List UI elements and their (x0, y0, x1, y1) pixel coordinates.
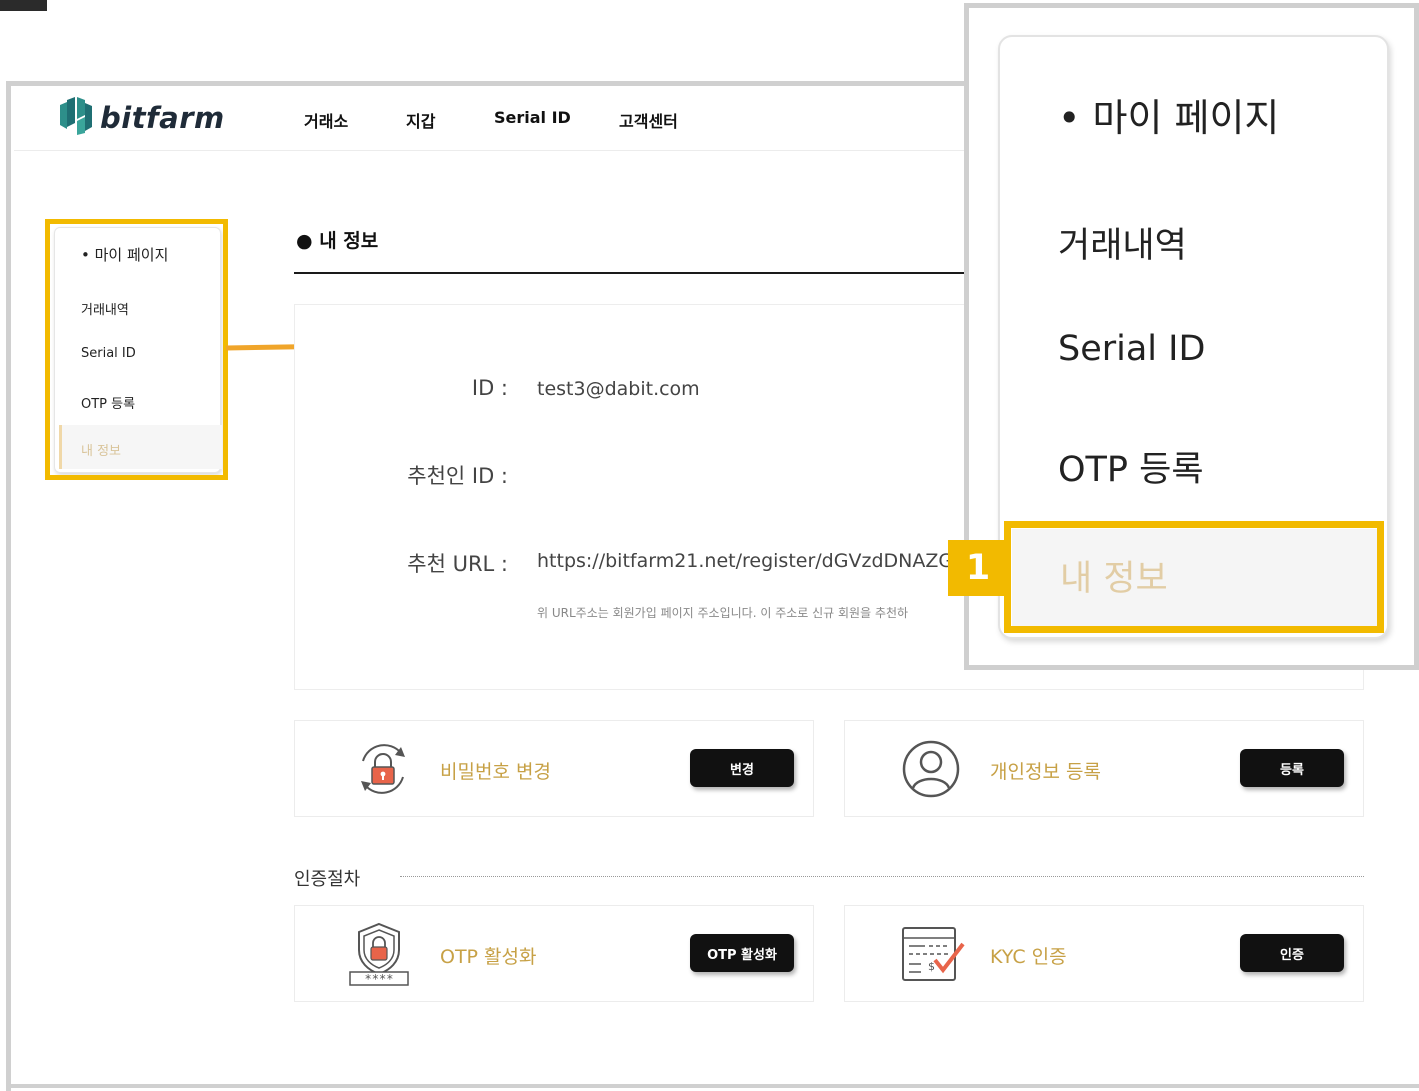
svg-text:$: $ (928, 960, 935, 973)
kyc-title: KYC 인증 (990, 946, 1067, 968)
referral-url-value[interactable]: https://bitfarm21.net/register/dGVzdDNAZ… (537, 550, 964, 572)
zoom-item-mypage[interactable]: • 마이 페이지 (1058, 87, 1279, 142)
otp-code-mask: **** (365, 972, 394, 986)
section-title-text: 내 정보 (319, 230, 379, 252)
bitfarm-logo-icon (58, 97, 94, 139)
personal-info-button[interactable]: 등록 (1240, 749, 1344, 787)
auth-section-label: 인증절차 (294, 869, 361, 890)
kyc-card: $ KYC 인증 인증 (844, 905, 1364, 1002)
zoom-item-otp[interactable]: OTP 등록 (1058, 441, 1204, 492)
zoom-item-history[interactable]: 거래내역 (1058, 217, 1187, 268)
password-change-title: 비밀번호 변경 (440, 761, 551, 783)
kyc-document-icon: $ (899, 924, 969, 988)
nav-serial-id[interactable]: Serial ID (494, 108, 571, 127)
personal-info-card: 개인정보 등록 등록 (844, 720, 1364, 817)
section-title: ● 내 정보 (296, 230, 379, 252)
password-change-card: 비밀번호 변경 변경 (294, 720, 814, 817)
logo-text: bitfarm (100, 101, 225, 135)
frame-bottom-border (6, 1084, 1419, 1088)
sidebar-highlight-box (45, 219, 228, 480)
step-badge: 1 (948, 540, 1008, 596)
nav-wallet[interactable]: 지갑 (406, 108, 435, 132)
bitfarm-logo[interactable]: bitfarm (58, 97, 225, 139)
id-value: test3@dabit.com (537, 378, 700, 400)
otp-shield-icon: **** (347, 920, 411, 990)
user-icon (901, 739, 961, 803)
kyc-button[interactable]: 인증 (1240, 934, 1344, 972)
section-underline (294, 272, 964, 274)
nav-customer-center[interactable]: 고객센터 (619, 108, 678, 132)
zoom-highlight-box (1004, 521, 1384, 633)
referrer-label: 추천인 ID : (407, 464, 508, 488)
nav-exchange[interactable]: 거래소 (304, 108, 348, 132)
referral-url-label: 추천 URL : (407, 552, 508, 576)
referral-url-note: 위 URL주소는 회원가입 페이지 주소입니다. 이 주소로 신규 회원을 추천… (537, 606, 909, 620)
password-change-button[interactable]: 변경 (690, 749, 794, 787)
auth-section-divider (400, 876, 1364, 877)
header-divider (14, 150, 964, 151)
personal-info-title: 개인정보 등록 (990, 761, 1101, 783)
otp-activate-card: **** OTP 활성화 OTP 활성화 (294, 905, 814, 1002)
otp-activate-title: OTP 활성화 (440, 946, 537, 968)
otp-activate-button[interactable]: OTP 활성화 (690, 934, 794, 972)
id-label: ID : (471, 376, 508, 400)
zoom-item-serial-id[interactable]: Serial ID (1058, 329, 1205, 369)
lock-refresh-icon (353, 739, 413, 803)
corner-mark (0, 0, 47, 11)
